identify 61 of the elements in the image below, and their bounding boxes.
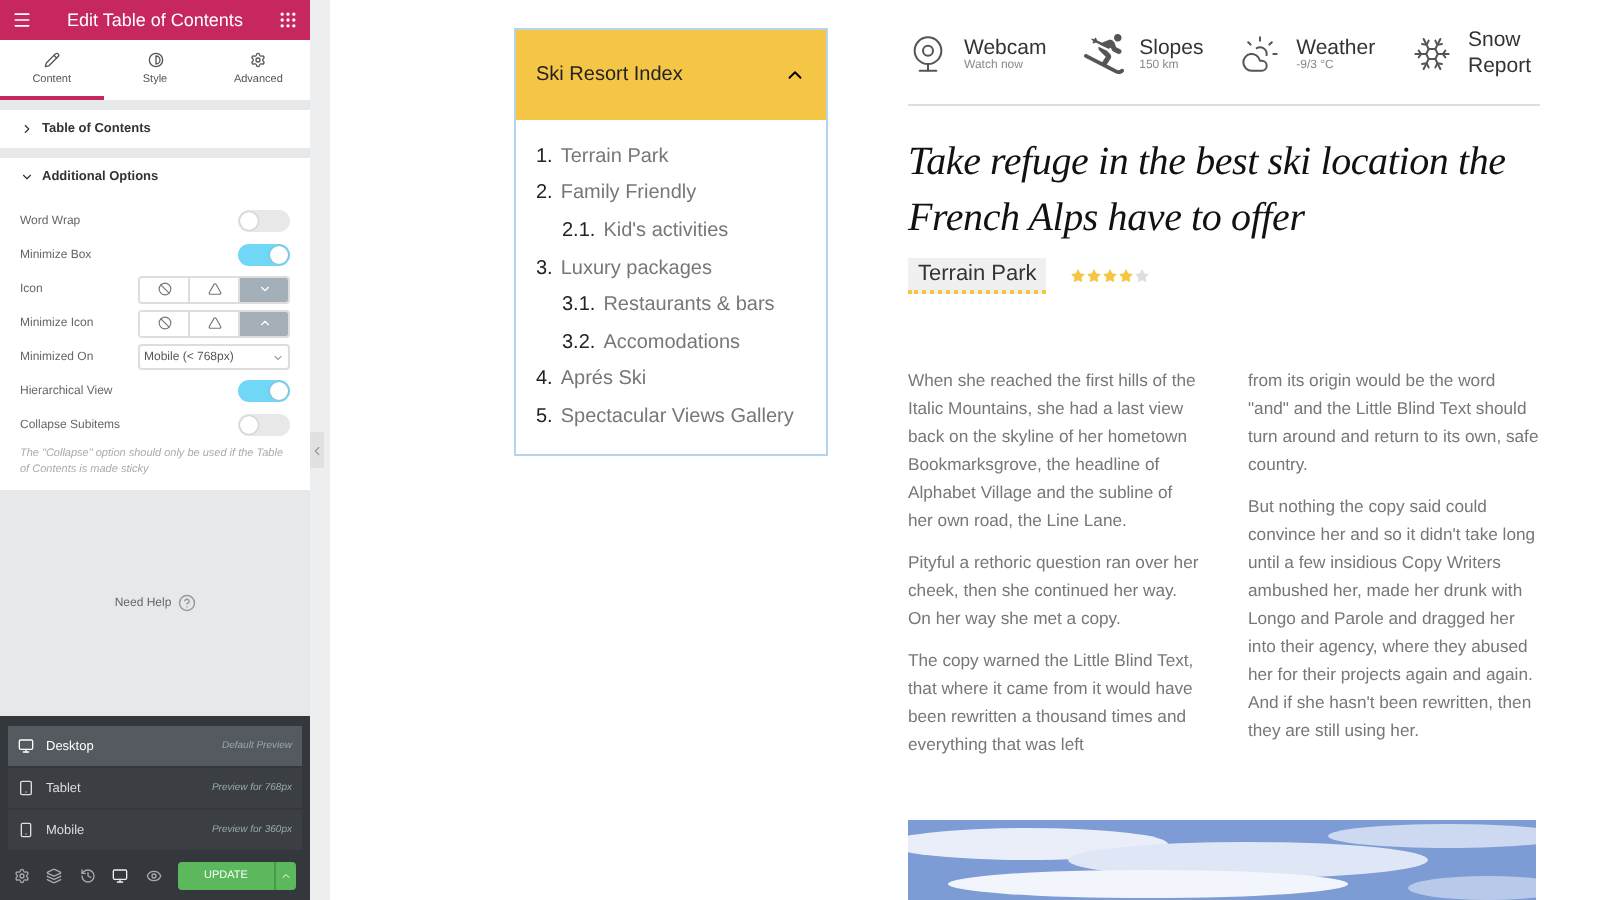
choice-option[interactable] [238, 311, 288, 335]
toc-link[interactable]: 5. Spectacular Views Gallery [536, 398, 806, 436]
eye-icon[interactable] [145, 868, 162, 884]
feature-title: Webcam [964, 36, 1047, 60]
contrast-icon [147, 51, 163, 67]
triangle-icon [207, 282, 221, 296]
caret-icon [20, 170, 34, 184]
help-icon[interactable] [177, 594, 196, 612]
body-paragraph: But nothing the copy said could convince her and so it didn't take long until a few insidious Copy Writers ambushed her, made her drunk with Longo and Parole and dragged her into their agency, where they abused her for their projects again and again. And if she hasn't been rewritten, then they are still using her. [1248, 494, 1538, 744]
phone-icon [18, 822, 34, 838]
skier-icon [1083, 34, 1124, 74]
tag-label: Terrain Park [908, 258, 1047, 294]
toggle-switch[interactable] [238, 210, 290, 232]
tablet-icon [18, 780, 34, 796]
chevron-left-icon [310, 443, 324, 457]
toc-link[interactable]: 3. Luxury packages [536, 249, 806, 287]
choice-option[interactable] [238, 277, 288, 301]
body-paragraph: from its origin would be the word "and" and the Little Blind Text should turn around and return to its own, safe country. [1248, 368, 1540, 478]
layers-icon[interactable] [46, 868, 63, 884]
body-paragraph: The copy warned the Little Blind Text, that where it came from it would have been rewritten a thousand times and everything that was left [908, 648, 1196, 758]
toc-link[interactable]: 2.1. Kid's activities [536, 212, 806, 250]
toc-link[interactable]: 1. Terrain Park [536, 138, 806, 176]
webcam-icon [908, 34, 948, 74]
pencil-icon [43, 51, 60, 67]
chevron-up-icon [257, 316, 271, 330]
grid-icon[interactable] [277, 10, 298, 30]
feature-title: Slopes [1139, 36, 1204, 60]
update-options-button[interactable] [273, 862, 296, 890]
icon-choice[interactable] [138, 275, 290, 303]
cloud-sun-icon [1240, 34, 1281, 74]
gear-icon [250, 51, 267, 67]
feature-title: Snow Report [1467, 28, 1533, 80]
body-paragraph: Pityful a rethoric question ran over her cheek, then she continued her way. On her way she met a copy. [908, 550, 1200, 632]
toc-header[interactable]: Ski Resort Index [516, 30, 826, 120]
caret-icon [272, 351, 284, 363]
caret-icon [279, 870, 292, 882]
triangle-icon [207, 316, 221, 330]
toc-link[interactable]: 4. Aprés Ski [536, 361, 806, 399]
settings-icon[interactable] [14, 868, 30, 884]
toggle-switch[interactable] [238, 244, 290, 266]
feature-title: Weather [1296, 36, 1376, 60]
collapse-handle[interactable] [310, 432, 324, 468]
monitor-icon[interactable] [112, 868, 129, 884]
headline: Take refuge in the best ski location the French Alps have to offer [908, 138, 1508, 244]
toggle-switch[interactable] [238, 380, 290, 402]
snowflake-icon [1411, 34, 1452, 74]
ban-icon [157, 282, 171, 296]
panel-title: Edit Table of Contents [67, 10, 243, 30]
toggle-switch[interactable] [238, 414, 290, 436]
icon-choice[interactable] [138, 309, 290, 337]
body-paragraph: When she reached the first hills of the Italic Mountains, she had a last view back on the skyline of her hometown Bookmarksgrove, the headline of Alphabet Village and the subline of her own road, the Line Lane. [908, 368, 1198, 534]
toc-title: Ski Resort Index [536, 64, 683, 86]
history-icon[interactable] [79, 868, 96, 884]
chevron-down-icon [257, 282, 271, 296]
menu-icon[interactable] [12, 10, 32, 30]
toc-link[interactable]: 2. Family Friendly [536, 175, 806, 213]
monitor-icon [18, 738, 34, 754]
ban-icon [157, 316, 171, 330]
toc-link[interactable]: 3.1. Restaurants & bars [536, 286, 806, 324]
caret-icon [20, 122, 34, 136]
toc-link[interactable]: 3.2. Accomodations [536, 323, 806, 362]
